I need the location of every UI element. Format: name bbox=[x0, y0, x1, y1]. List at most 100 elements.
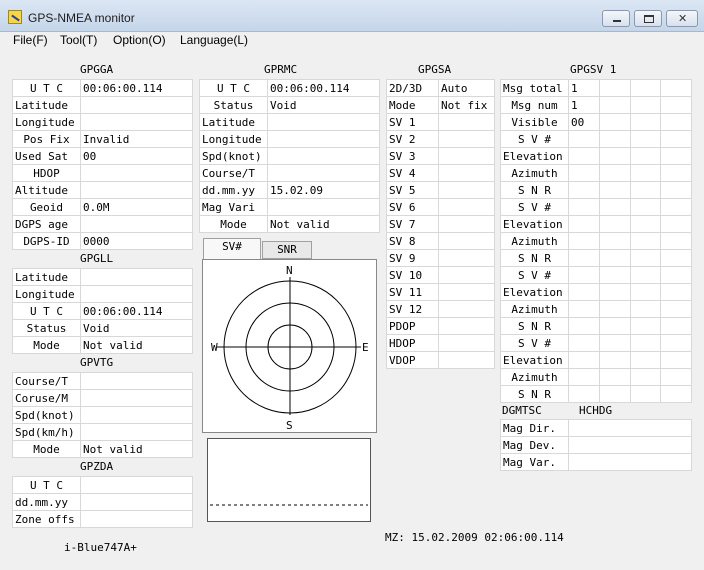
table-row: Azimuth bbox=[500, 368, 692, 386]
row-label: SV 2 bbox=[386, 130, 439, 148]
empty-cell bbox=[660, 113, 692, 131]
table-row: Mode Not valid bbox=[12, 336, 193, 354]
empty-cell bbox=[598, 232, 631, 250]
empty-cell bbox=[598, 351, 631, 369]
row-label: VDOP bbox=[386, 351, 439, 369]
row-value bbox=[438, 130, 495, 148]
row-value bbox=[568, 300, 600, 318]
empty-cell bbox=[660, 334, 692, 352]
tab-sv[interactable]: SV# bbox=[203, 238, 261, 259]
row-label: Altitude bbox=[12, 181, 81, 199]
table-row: SV 12 bbox=[386, 300, 495, 318]
table-row: S N R bbox=[500, 181, 692, 199]
row-label: DGPS age bbox=[12, 215, 81, 233]
menu-tool[interactable]: Tool(T) bbox=[60, 33, 97, 47]
table-row: PDOP bbox=[386, 317, 495, 335]
row-value bbox=[568, 419, 692, 437]
row-value bbox=[568, 351, 600, 369]
empty-cell bbox=[660, 147, 692, 165]
gpvtg-title: GPVTG bbox=[80, 356, 114, 369]
table-row: Mag Vari bbox=[199, 198, 380, 216]
row-label: U T C bbox=[12, 79, 81, 97]
close-button[interactable]: ✕ bbox=[666, 10, 698, 27]
row-label: SV 10 bbox=[386, 266, 439, 284]
maximize-button[interactable] bbox=[634, 10, 662, 27]
row-label: Spd(km/h) bbox=[12, 423, 81, 441]
empty-cell bbox=[629, 198, 662, 216]
row-value bbox=[80, 96, 193, 114]
tab-snr[interactable]: SNR bbox=[262, 241, 312, 259]
table-row: U T C 00:06:00.114 bbox=[12, 302, 193, 320]
row-label: Azimuth bbox=[500, 232, 569, 250]
empty-cell bbox=[660, 368, 692, 386]
row-value bbox=[80, 372, 193, 390]
row-label: Pos Fix bbox=[12, 130, 81, 148]
row-label: SV 3 bbox=[386, 147, 439, 165]
empty-cell bbox=[660, 283, 692, 301]
table-row: Longitude bbox=[12, 113, 193, 131]
empty-cell bbox=[629, 215, 662, 233]
row-label: Elevation bbox=[500, 215, 569, 233]
row-value bbox=[80, 423, 193, 441]
table-row: Course/T bbox=[199, 164, 380, 182]
row-value: Void bbox=[267, 96, 380, 114]
row-label: Coruse/M bbox=[12, 389, 81, 407]
gprmc-table: U T C 00:06:00.114 Status Void Latitude Longi… bbox=[199, 79, 380, 233]
table-row: VDOP bbox=[386, 351, 495, 369]
empty-cell bbox=[629, 334, 662, 352]
table-row: Elevation bbox=[500, 283, 692, 301]
row-label: SV 6 bbox=[386, 198, 439, 216]
row-label: SV 1 bbox=[386, 113, 439, 131]
table-row: DGPS age bbox=[12, 215, 193, 233]
row-value bbox=[80, 406, 193, 424]
maximize-icon bbox=[644, 15, 654, 23]
empty-cell bbox=[598, 181, 631, 199]
table-row: S N R bbox=[500, 317, 692, 335]
row-label: S V # bbox=[500, 130, 569, 148]
gpgsa-title: GPGSA bbox=[418, 63, 452, 76]
row-label: Mag Vari bbox=[199, 198, 268, 216]
row-value bbox=[80, 164, 193, 182]
menu-option[interactable]: Option(O) bbox=[113, 33, 166, 47]
row-value: 15.02.09 bbox=[267, 181, 380, 199]
sky-label-east: E bbox=[362, 341, 369, 354]
row-value bbox=[80, 268, 193, 286]
empty-cell bbox=[629, 181, 662, 199]
table-row: SV 6 bbox=[386, 198, 495, 216]
empty-cell bbox=[660, 266, 692, 284]
row-label: Longitude bbox=[199, 130, 268, 148]
table-row: DGPS-ID 0000 bbox=[12, 232, 193, 250]
table-row: Altitude bbox=[12, 181, 193, 199]
empty-cell bbox=[660, 130, 692, 148]
row-label: DGPS-ID bbox=[12, 232, 81, 250]
menu-file[interactable]: File(F) bbox=[13, 33, 48, 47]
row-value bbox=[438, 334, 495, 352]
row-value bbox=[438, 232, 495, 250]
row-label: Elevation bbox=[500, 351, 569, 369]
row-value bbox=[568, 283, 600, 301]
gpgsa-table: 2D/3D Auto Mode Not fix SV 1 SV 2 SV 3 SV 4 SV 5… bbox=[386, 79, 495, 369]
row-label: Latitude bbox=[199, 113, 268, 131]
table-row: Mag Dev. bbox=[500, 436, 692, 454]
gpgga-table: U T C 00:06:00.114 Latitude Longitude Pos Fi… bbox=[12, 79, 193, 250]
snr-baseline bbox=[210, 504, 368, 506]
table-row: Latitude bbox=[12, 268, 193, 286]
table-row: Mag Var. bbox=[500, 453, 692, 471]
table-row: Longitude bbox=[199, 130, 380, 148]
menu-bar bbox=[0, 32, 704, 50]
empty-cell bbox=[598, 385, 631, 403]
empty-cell bbox=[598, 164, 631, 182]
row-value bbox=[568, 453, 692, 471]
row-label: Mag Dev. bbox=[500, 436, 569, 454]
menu-language[interactable]: Language(L) bbox=[180, 33, 248, 47]
row-value: 00 bbox=[80, 147, 193, 165]
row-label: Longitude bbox=[12, 113, 81, 131]
row-label: Elevation bbox=[500, 283, 569, 301]
row-value bbox=[438, 164, 495, 182]
row-label: Longitude bbox=[12, 285, 81, 303]
minimize-button[interactable] bbox=[602, 10, 630, 27]
empty-cell bbox=[598, 249, 631, 267]
table-row: Visible 00 bbox=[500, 113, 692, 131]
row-value bbox=[80, 493, 193, 511]
device-name: i-Blue747A+ bbox=[64, 541, 137, 554]
